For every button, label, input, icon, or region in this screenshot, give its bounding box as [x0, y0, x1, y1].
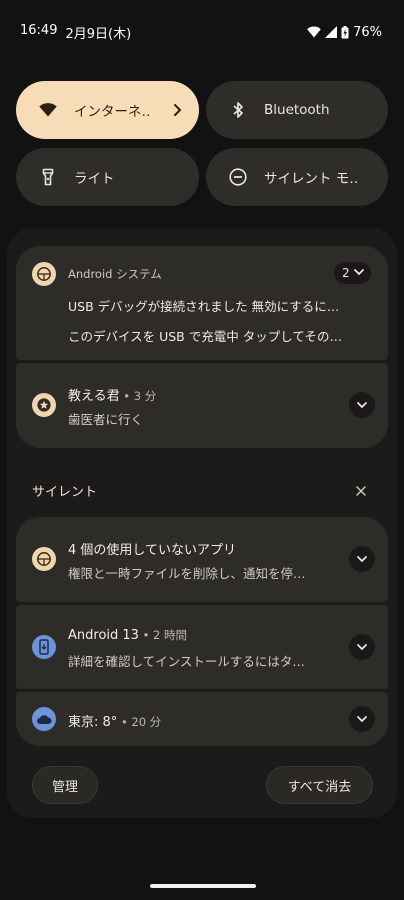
tile-flashlight[interactable]: ライト [16, 148, 199, 206]
chevron-down-icon [353, 266, 365, 281]
chevron-right-icon [173, 100, 183, 124]
group-expand-badge[interactable]: 2 [334, 262, 371, 284]
notification-text: 詳細を確認してインストールするにはタ… [68, 654, 305, 669]
cloud-icon [32, 707, 56, 731]
close-icon[interactable] [354, 483, 368, 497]
battery-percent: 76% [353, 24, 382, 40]
notification-line-usb-debug: USB デバッグが接続されました 無効にするに… [68, 299, 340, 314]
do-not-disturb-icon [228, 167, 248, 187]
android-13-time: • 2 時間 [138, 628, 188, 642]
system-update-icon [32, 635, 56, 659]
notification-text: 歯医者に行く [68, 412, 144, 427]
notification-title: 4 個の使用していないアプリ [68, 543, 237, 558]
weather-title: 東京: 8° [68, 715, 118, 730]
status-left: 16:49 2月9日(木) [20, 23, 131, 42]
notification-title: Android 13 • 2 時間 [68, 627, 187, 643]
group-count: 2 [342, 266, 350, 280]
wifi-status-icon [307, 26, 321, 38]
notification-reminder[interactable]: 教える君 • 3 分 歯医者に行く [16, 363, 388, 448]
flashlight-icon [38, 167, 58, 187]
home-gesture-bar[interactable] [150, 884, 256, 888]
chevron-down-icon [357, 716, 367, 723]
battery-icon [341, 25, 349, 39]
star-icon [32, 393, 56, 417]
tile-do-not-disturb[interactable]: サイレント モ‥ [206, 148, 388, 206]
notification-title: 東京: 8° • 20 分 [68, 711, 161, 730]
reminder-title: 教える君 [68, 389, 120, 404]
expand-button[interactable] [349, 392, 375, 418]
tile-bluetooth[interactable]: Bluetooth [206, 81, 388, 139]
wifi-icon [38, 100, 58, 120]
status-right: 76% [307, 25, 382, 40]
manage-button[interactable]: 管理 [32, 766, 98, 804]
notification-text: 権限と一時ファイルを削除し、通知を停… [68, 566, 306, 581]
android-13-title: Android 13 [68, 628, 139, 643]
notification-line-usb-charging: このデバイスを USB で充電中 タップしてその… [68, 329, 342, 344]
weather-time: • 20 分 [117, 715, 162, 729]
tile-do-not-disturb-label: サイレント モ‥ [264, 171, 359, 187]
chevron-down-icon [357, 644, 367, 651]
notification-app-name: Android システム [68, 267, 162, 281]
cell-signal-icon [325, 26, 338, 38]
reminder-time: • 3 分 [119, 389, 157, 403]
android-system-icon [32, 547, 56, 571]
clock: 16:49 [20, 22, 58, 38]
notification-group-android-system[interactable]: Android システム 2 USB デバッグが接続されました 無効にするに… … [16, 246, 388, 360]
android-system-icon [32, 262, 56, 286]
notification-android-13[interactable]: Android 13 • 2 時間 詳細を確認してインストールするにはタ… [16, 605, 388, 689]
tile-internet-label: インターネ‥ [74, 104, 151, 120]
chevron-down-icon [357, 556, 367, 563]
notification-title: 教える君 • 3 分 [68, 385, 156, 404]
expand-button[interactable] [349, 634, 375, 660]
notification-unused-apps[interactable]: 4 個の使用していないアプリ 権限と一時ファイルを削除し、通知を停… [16, 517, 388, 602]
chevron-down-icon [357, 402, 367, 409]
expand-button[interactable] [349, 546, 375, 572]
tile-bluetooth-label: Bluetooth [264, 102, 330, 118]
tile-flashlight-label: ライト [74, 171, 115, 187]
tile-internet[interactable]: インターネ‥ [16, 81, 199, 139]
bluetooth-icon [228, 100, 248, 120]
notification-weather[interactable]: 東京: 8° • 20 分 [16, 692, 388, 746]
expand-button[interactable] [349, 706, 375, 732]
status-bar: 16:49 2月9日(木) 76% [0, 0, 404, 64]
date: 2月9日(木) [65, 26, 132, 42]
clear-all-button[interactable]: すべて消去 [266, 766, 373, 804]
silent-section-label: サイレント [32, 485, 98, 500]
